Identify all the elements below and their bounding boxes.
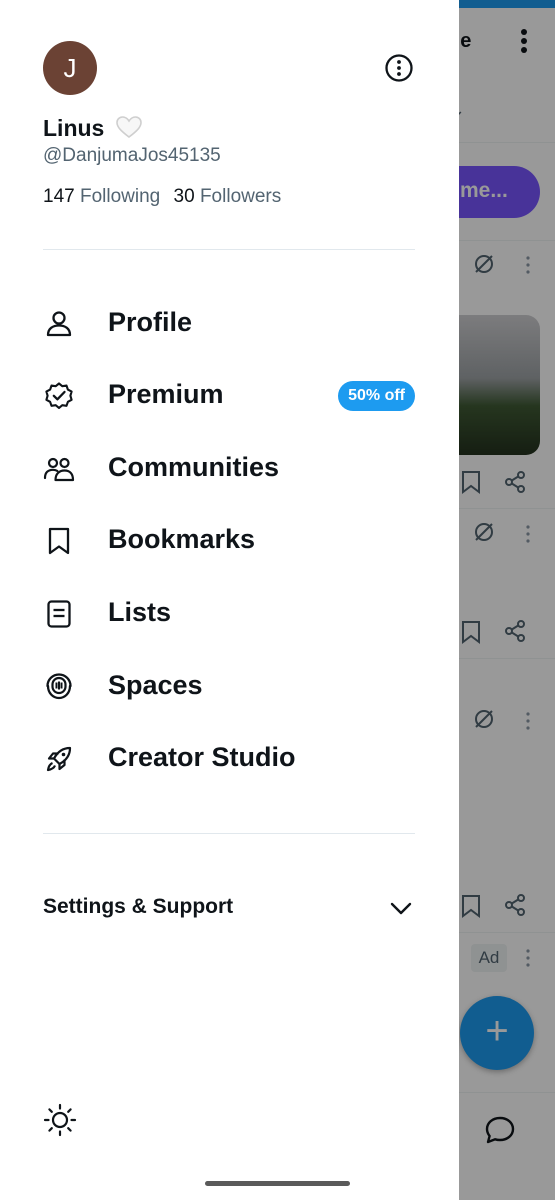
- settings-support-section[interactable]: Settings & Support: [43, 890, 415, 926]
- followers-count: 30: [173, 186, 195, 207]
- menu-item-profile[interactable]: Profile: [43, 296, 415, 352]
- following-label: Following: [79, 186, 161, 207]
- menu-label-creator-studio: Creator Studio: [108, 742, 296, 772]
- divider: [43, 249, 415, 250]
- menu-label-spaces: Spaces: [108, 670, 203, 700]
- following-link[interactable]: 147 Following: [43, 186, 160, 207]
- home-indicator[interactable]: [205, 1181, 350, 1186]
- rocket-icon: [46, 746, 72, 772]
- display-theme-icon[interactable]: [43, 1103, 77, 1137]
- verified-badge-icon: [45, 382, 73, 409]
- menu-item-lists[interactable]: Lists: [43, 586, 415, 642]
- discount-badge: 50% off: [338, 381, 415, 411]
- menu-label-profile: Profile: [108, 307, 193, 337]
- communities-icon: [43, 457, 75, 482]
- white-heart-icon: [115, 116, 142, 139]
- followers-label: Followers: [199, 186, 282, 207]
- more-options-icon[interactable]: [384, 53, 414, 83]
- settings-support-label: Settings & Support: [43, 895, 234, 918]
- menu-label-lists: Lists: [108, 597, 172, 627]
- menu-item-bookmarks[interactable]: Bookmarks: [43, 513, 415, 569]
- user-handle: @DanjumaJos45135: [43, 145, 221, 166]
- spaces-icon: [46, 673, 72, 700]
- following-count: 147: [43, 186, 75, 207]
- display-name: Linus: [43, 115, 105, 141]
- follow-stats: 147 Following 30 Followers: [43, 186, 281, 208]
- followers-link[interactable]: 30 Followers: [174, 186, 282, 207]
- avatar[interactable]: J: [43, 41, 97, 95]
- list-icon: [47, 600, 71, 628]
- chevron-down-icon: [390, 902, 412, 915]
- menu-label-bookmarks: Bookmarks: [108, 524, 256, 554]
- person-icon: [46, 311, 72, 337]
- display-name-row[interactable]: Linus: [43, 115, 143, 142]
- bookmark-icon: [48, 527, 70, 555]
- menu-item-creator-studio[interactable]: Creator Studio: [43, 731, 415, 787]
- menu-item-premium[interactable]: Premium 50% off: [43, 368, 415, 424]
- menu-item-spaces[interactable]: Spaces: [43, 659, 415, 715]
- divider: [43, 833, 415, 834]
- menu-label-communities: Communities: [108, 452, 280, 482]
- navigation-drawer: J Linus @DanjumaJos45135 147 Following 3…: [0, 0, 459, 1200]
- menu-item-communities[interactable]: Communities: [43, 441, 415, 497]
- menu-label-premium: Premium: [108, 379, 224, 409]
